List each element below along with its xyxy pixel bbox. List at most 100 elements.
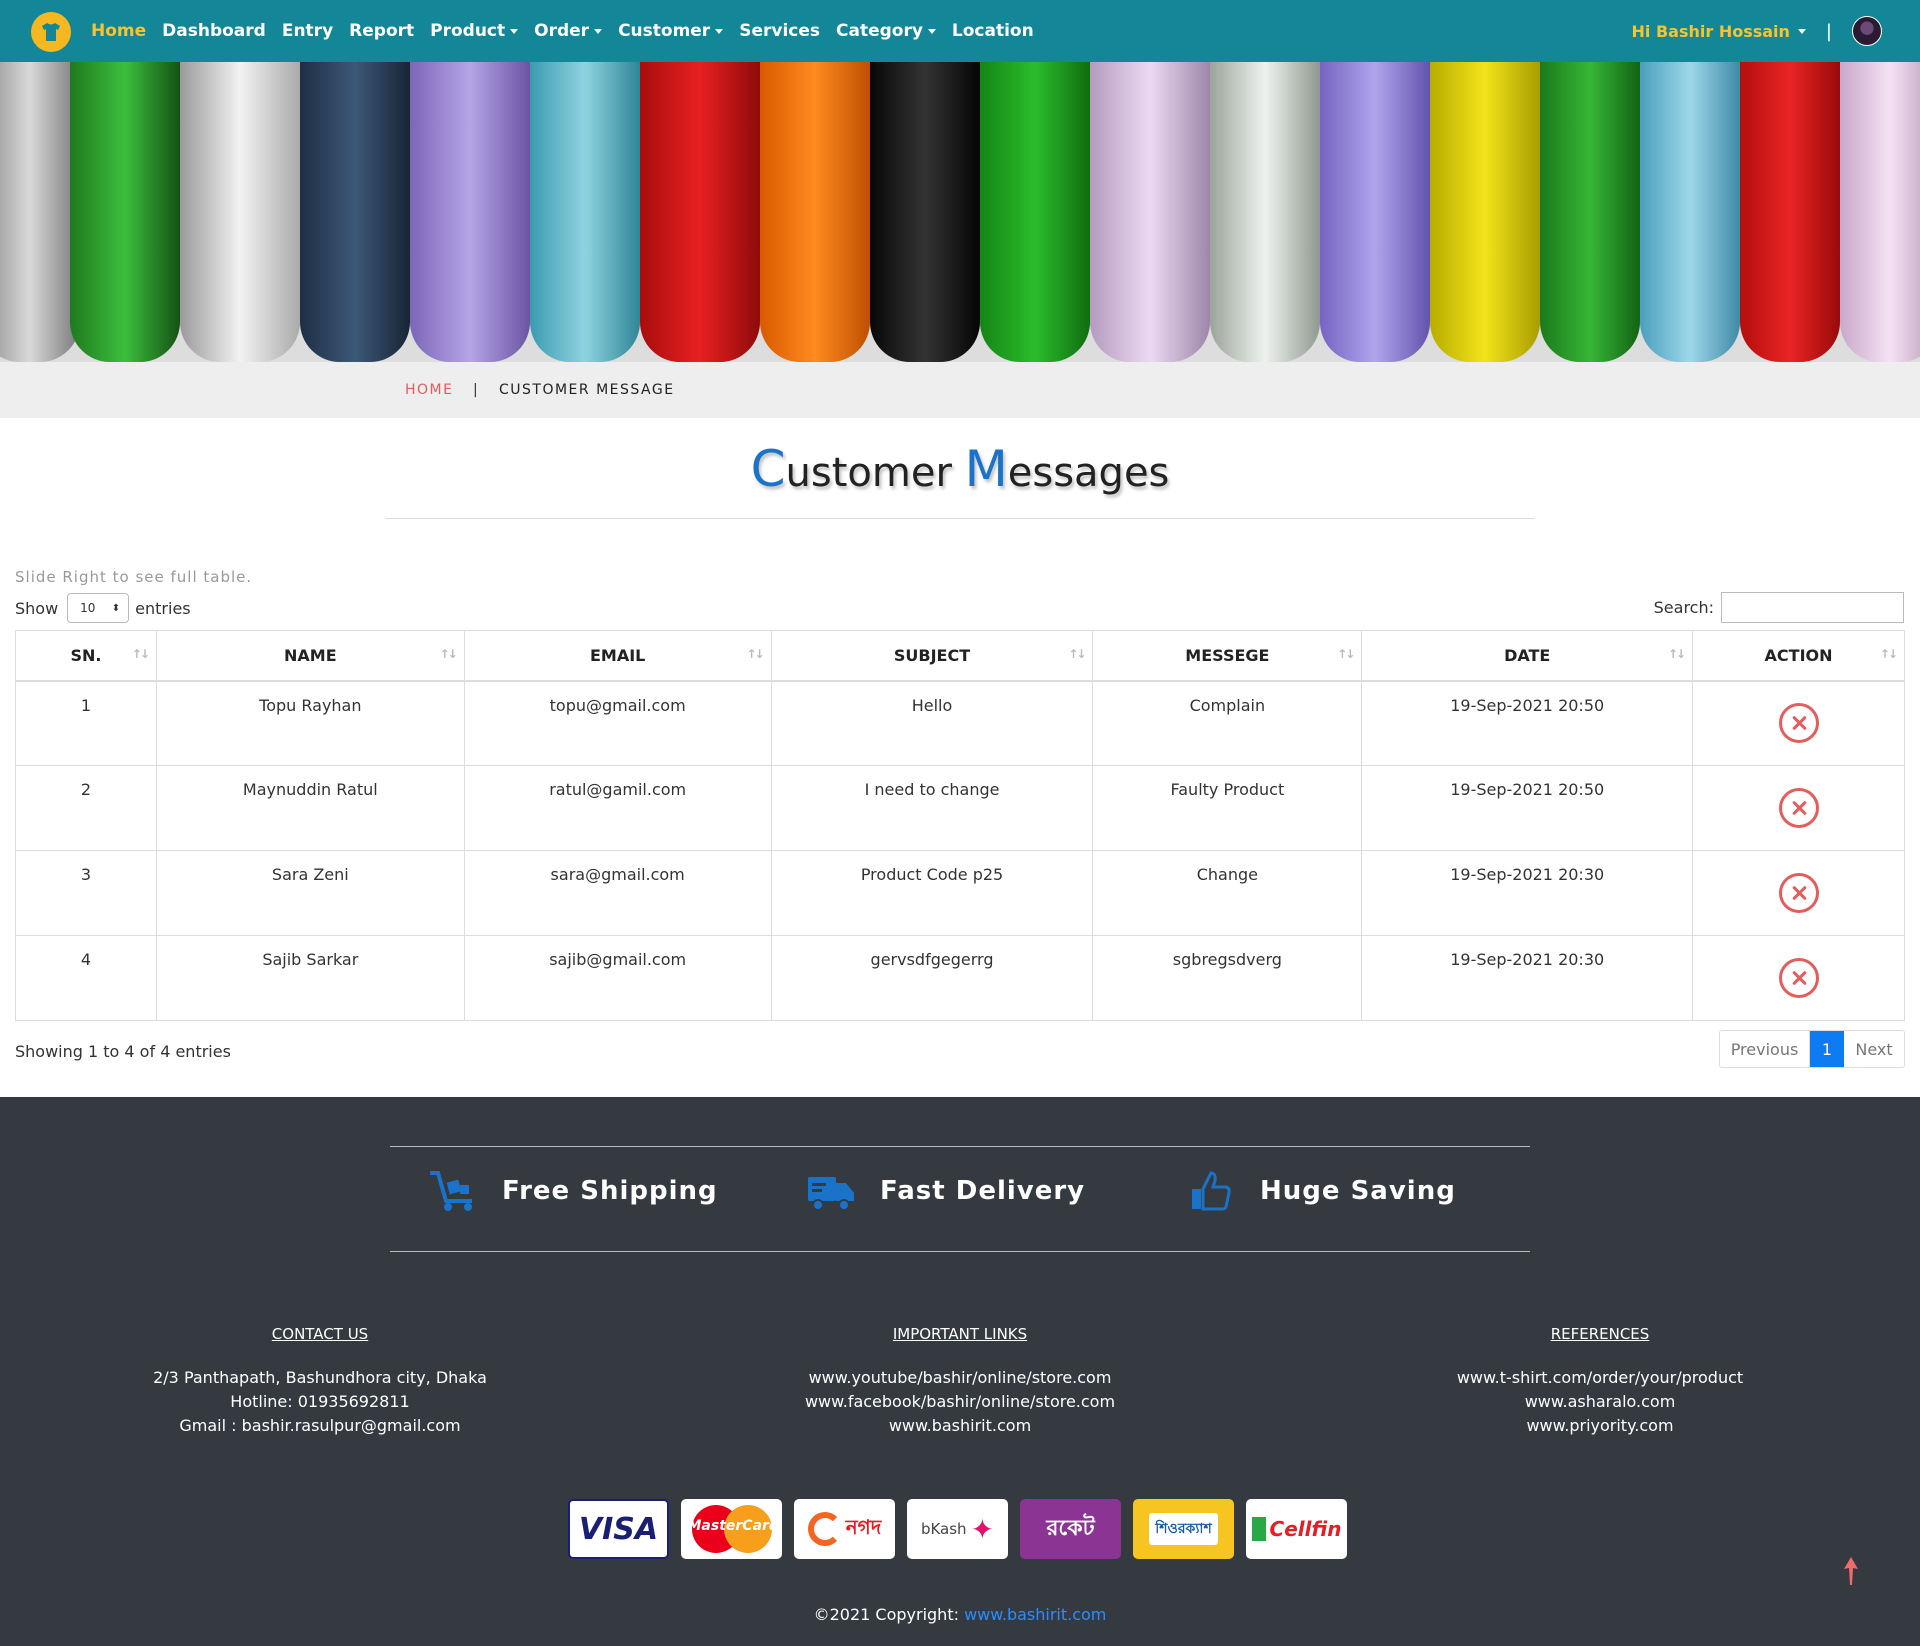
- column-header-message[interactable]: MESSEGE ↑↓: [1092, 630, 1363, 682]
- search-input[interactable]: [1721, 592, 1904, 623]
- nav-entry[interactable]: Entry: [282, 21, 333, 41]
- banner-shirt: [180, 62, 300, 362]
- cell-subject: gervsdfgegerrg: [770, 935, 1094, 1021]
- title-cap-m: M: [964, 440, 1008, 498]
- banner-shirt: [1840, 62, 1920, 362]
- footer-link-site[interactable]: www.bashirit.com: [660, 1414, 1260, 1438]
- nagad-logo: নগদ: [794, 1499, 895, 1559]
- visa-text: VISA: [578, 1511, 659, 1547]
- column-label: EMAIL: [589, 645, 646, 665]
- title-cap-c: C: [750, 440, 786, 498]
- nav-location[interactable]: Location: [952, 21, 1034, 41]
- title-word-2: essages: [1007, 450, 1170, 496]
- footer: Free Shipping Fast Delivery Huge Saving …: [0, 1097, 1920, 1646]
- feature-label: Huge Saving: [1260, 1176, 1456, 1206]
- copyright-link[interactable]: www.bashirit.com: [964, 1605, 1106, 1624]
- footer-references: REFERENCES www.t-shirt.com/order/your/pr…: [1300, 1322, 1900, 1438]
- footer-link-facebook[interactable]: www.facebook/bashir/online/store.com: [660, 1390, 1260, 1414]
- nav-product[interactable]: Product: [430, 21, 519, 41]
- nagad-swirl-icon: [807, 1512, 842, 1546]
- payment-methods: VISA MasterCard নগদ bKash ✦ রকেট শিওরক্যা…: [568, 1499, 1347, 1559]
- banner-shirt: [1090, 62, 1210, 362]
- nav-services-label: Services: [739, 21, 820, 41]
- banner-shirt: [760, 62, 870, 362]
- column-header-name[interactable]: NAME ↑↓: [155, 630, 465, 682]
- tshirt-logo-icon[interactable]: [31, 12, 71, 52]
- bkash-bird-icon: ✦: [970, 1512, 995, 1546]
- chevron-down-icon: [594, 28, 603, 34]
- banner-shirt: [0, 62, 80, 362]
- search-label: Search:: [1653, 598, 1714, 617]
- nav-location-label: Location: [951, 21, 1034, 41]
- chevron-down-icon: [1797, 28, 1806, 34]
- delete-circle-x-icon[interactable]: [1778, 703, 1819, 744]
- cell-date: 19-Sep-2021 20:50: [1361, 765, 1694, 851]
- footer-link-youtube[interactable]: www.youtube/bashir/online/store.com: [660, 1366, 1260, 1390]
- banner-shirt: [1430, 62, 1540, 362]
- nav-dashboard[interactable]: Dashboard: [162, 21, 266, 41]
- footer-references-heading: REFERENCES: [1550, 1325, 1650, 1343]
- delete-circle-x-icon[interactable]: [1778, 873, 1819, 913]
- cellfin-text: Cellfin: [1269, 1517, 1342, 1541]
- nav-services[interactable]: Services: [739, 21, 820, 41]
- cell-subject: I need to change: [770, 765, 1094, 851]
- surecash-logo: শিওরক্যাশ: [1133, 1499, 1234, 1559]
- hero-banner-image: [0, 62, 1920, 362]
- reference-link[interactable]: www.asharalo.com: [1300, 1390, 1900, 1414]
- nav-report[interactable]: Report: [349, 21, 414, 41]
- column-header-action[interactable]: ACTION ↑↓: [1692, 630, 1905, 682]
- main-nav: Home Dashboard Entry Report Product Orde…: [91, 0, 1050, 62]
- copyright-text: ©2021 Copyright:: [813, 1605, 965, 1624]
- nagad-text: নগদ: [845, 1514, 882, 1539]
- copyright: ©2021 Copyright: www.bashirit.com: [0, 1605, 1920, 1624]
- breadcrumb-home-link[interactable]: HOME: [405, 382, 453, 398]
- cell-date: 19-Sep-2021 20:30: [1361, 850, 1694, 936]
- chevron-down-icon: [715, 28, 724, 34]
- user-dropdown[interactable]: Hi Bashir Hossain: [1632, 22, 1806, 41]
- delete-circle-x-icon[interactable]: [1778, 788, 1819, 828]
- nav-home-label: Home: [91, 21, 147, 41]
- delete-circle-x-icon[interactable]: [1778, 958, 1819, 998]
- cell-subject: Hello: [770, 680, 1094, 766]
- sort-icon: ↑↓: [1337, 647, 1355, 661]
- cell-message: Change: [1092, 850, 1363, 936]
- footer-links: IMPORTANT LINKS www.youtube/bashir/onlin…: [660, 1322, 1260, 1438]
- footer-links-heading: IMPORTANT LINKS: [892, 1325, 1028, 1343]
- column-label: SN.: [70, 645, 102, 665]
- cell-action: [1692, 850, 1905, 936]
- banner-shirt: [1540, 62, 1640, 362]
- column-header-subject[interactable]: SUBJECT ↑↓: [770, 630, 1094, 682]
- breadcrumb-current: CUSTOMER MESSAGE: [499, 382, 675, 398]
- entries-select[interactable]: 10 ⬍: [67, 593, 130, 623]
- column-header-email[interactable]: EMAIL ↑↓: [463, 630, 772, 682]
- pagination-previous[interactable]: Previous: [1720, 1031, 1810, 1067]
- reference-link[interactable]: www.t-shirt.com/order/your/product: [1300, 1366, 1900, 1390]
- nav-home[interactable]: Home: [91, 21, 146, 41]
- column-header-date[interactable]: DATE ↑↓: [1361, 630, 1694, 682]
- banner-shirt: [640, 62, 760, 362]
- pagination-next[interactable]: Next: [1844, 1031, 1904, 1067]
- cell-sn: 2: [15, 765, 157, 851]
- avatar[interactable]: [1852, 16, 1882, 46]
- pagination-page-1[interactable]: 1: [1810, 1031, 1844, 1067]
- visa-logo: VISA: [568, 1499, 669, 1559]
- nav-product-label: Product: [430, 21, 506, 41]
- user-menu: Hi Bashir Hossain |: [1632, 0, 1882, 62]
- cell-sn: 1: [15, 680, 157, 766]
- column-header-sn[interactable]: SN. ↑↓: [15, 630, 157, 682]
- nav-category[interactable]: Category: [836, 21, 936, 41]
- messages-table: SN. ↑↓ NAME ↑↓ EMAIL ↑↓ SUBJECT ↑↓ MESSEGE ↑↓…: [15, 630, 1905, 1021]
- user-greeting: Hi Bashir Hossain: [1631, 21, 1790, 41]
- column-label: SUBJECT: [893, 645, 971, 665]
- sort-icon: ↑↓: [131, 647, 150, 661]
- nav-customer[interactable]: Customer: [618, 21, 724, 41]
- column-label: ACTION: [1764, 645, 1833, 665]
- nav-order[interactable]: Order: [534, 21, 603, 41]
- sort-icon: ↑↓: [439, 647, 458, 661]
- nav-dashboard-label: Dashboard: [162, 21, 266, 41]
- reference-link[interactable]: www.priyority.com: [1300, 1414, 1900, 1438]
- footer-contact: CONTACT US 2/3 Panthapath, Bashundhora c…: [20, 1322, 620, 1438]
- column-label: NAME: [284, 645, 337, 665]
- scroll-to-top-arrow-icon[interactable]: [1843, 1557, 1859, 1585]
- cell-subject: Product Code p25: [770, 850, 1094, 936]
